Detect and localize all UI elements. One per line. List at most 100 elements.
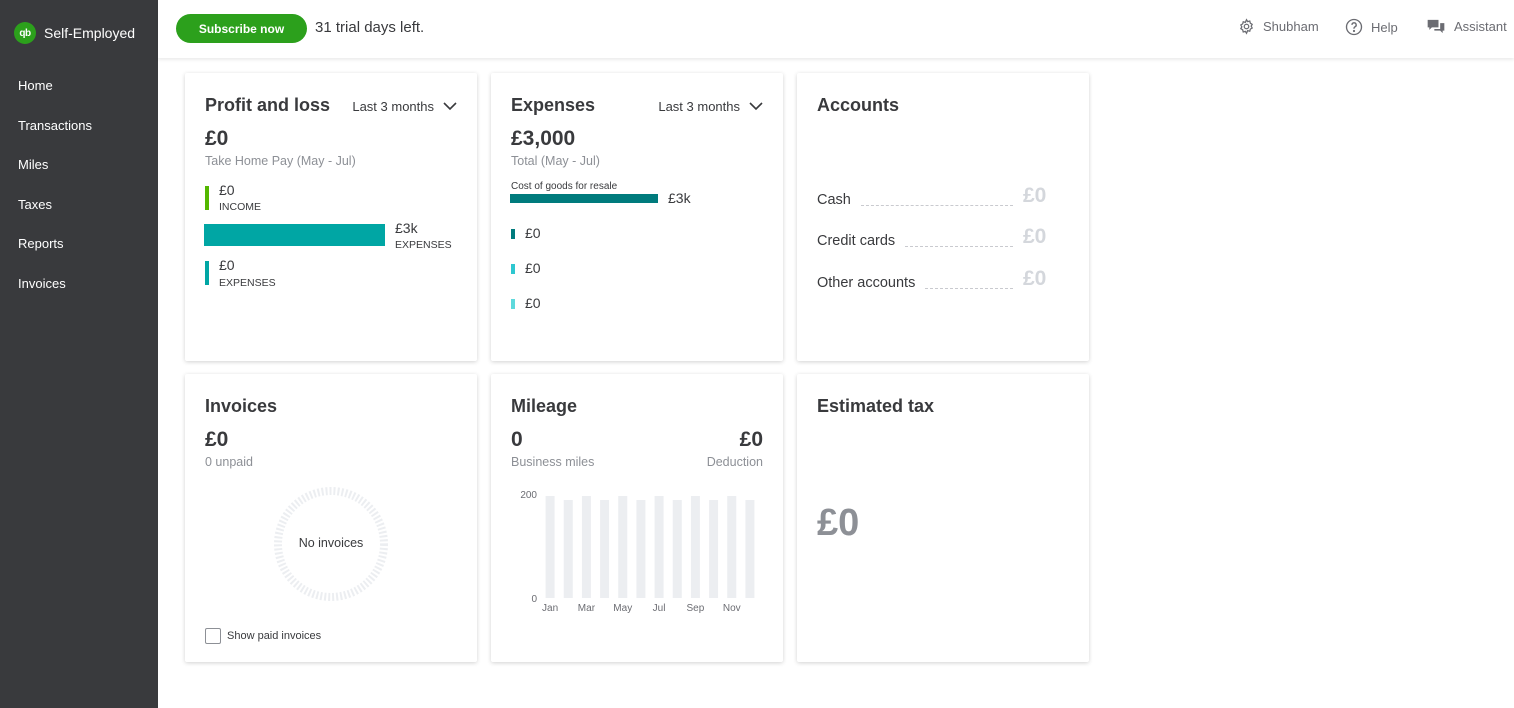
category-value: £3k <box>668 190 691 206</box>
expense-item-value: £0 <box>525 225 541 241</box>
card-title: Expenses <box>511 95 596 115</box>
help-label: Help <box>1371 19 1398 35</box>
deduction-label: Deduction <box>706 455 763 469</box>
y-tick-label: 200 <box>520 490 537 501</box>
user-name: Shubham <box>1263 19 1319 34</box>
dotted-leader <box>905 246 1013 247</box>
card-title: Invoices <box>205 396 278 416</box>
chevron-down-icon <box>749 102 763 111</box>
mileage-card[interactable]: Mileage 0 Business miles £0 Deduction 20… <box>491 374 783 662</box>
placeholder-bar <box>709 500 719 598</box>
estimated-tax-card[interactable]: Estimated tax £0 <box>797 374 1089 662</box>
card-title: Estimated tax <box>817 396 935 416</box>
placeholder-bar <box>581 496 591 598</box>
accounts-card[interactable]: Accounts Cash £0 Credit cards £0 Other a… <box>797 73 1089 361</box>
expense-item-indicator <box>511 299 515 309</box>
income-label: INCOME <box>219 201 261 213</box>
period-label: Last 3 months <box>352 99 434 114</box>
mileage-bar-chart: 200 0 Jan Mar May Jul Sep Nov <box>520 490 755 614</box>
account-value: £0 <box>1023 225 1047 248</box>
no-invoices-text: No invoices <box>298 536 364 550</box>
sidebar-item-miles[interactable]: Miles <box>0 153 158 193</box>
business-miles-label: Business miles <box>511 455 595 469</box>
account-name: Cash <box>817 192 851 208</box>
income-value: £0 <box>219 182 235 198</box>
x-tick-label: Jul <box>653 603 666 614</box>
y-tick-label: 0 <box>531 594 537 605</box>
assistant-label: Assistant <box>1454 19 1507 34</box>
placeholder-bar <box>545 496 555 598</box>
gear-icon <box>1239 18 1254 35</box>
account-value: £0 <box>1023 184 1047 207</box>
dotted-leader <box>925 288 1013 289</box>
placeholder-bar <box>672 500 682 598</box>
category-label: Cost of goods for resale <box>511 181 618 192</box>
placeholder-bar <box>636 500 646 598</box>
income-indicator <box>205 186 209 210</box>
sidebar-item-transactions[interactable]: Transactions <box>0 114 158 154</box>
sidebar-item-reports[interactable]: Reports <box>0 232 158 272</box>
account-row-other-accounts[interactable]: Other accounts £0 <box>817 267 1069 291</box>
brand-name: Self-Employed <box>44 25 136 41</box>
card-title: Profit and loss <box>205 95 331 115</box>
account-name: Credit cards <box>817 233 896 249</box>
card-title: Mileage <box>511 396 578 416</box>
deduction-value: £0 <box>739 428 763 451</box>
expense-item-value: £0 <box>525 295 541 311</box>
x-tick-label: May <box>613 603 632 614</box>
expenses-indicator <box>205 261 209 285</box>
period-label: Last 3 months <box>658 99 740 114</box>
account-row-cash[interactable]: Cash £0 <box>817 184 1069 208</box>
quickbooks-logo-icon: qb <box>14 22 36 44</box>
category-bar[interactable] <box>510 194 658 203</box>
account-value: £0 <box>1023 267 1047 290</box>
chevron-down-icon <box>443 102 457 111</box>
account-name: Other accounts <box>817 275 916 291</box>
expenses-bar[interactable] <box>204 224 385 246</box>
brand[interactable]: qb Self-Employed <box>14 22 135 44</box>
sidebar-item-home[interactable]: Home <box>0 74 158 114</box>
x-tick-label: Mar <box>578 603 596 614</box>
business-miles-value: 0 <box>511 428 523 451</box>
expenses-total-label: Total (May - Jul) <box>511 154 600 168</box>
expense-item-value: £0 <box>525 260 541 276</box>
user-menu[interactable]: Shubham <box>1238 18 1319 35</box>
invoices-card[interactable]: Invoices £0 0 unpaid No invoices Show pa… <box>185 374 477 662</box>
trial-days-text: 31 trial days left. <box>315 19 425 36</box>
placeholder-bar <box>745 500 755 598</box>
placeholder-bar <box>654 496 664 598</box>
expense-item-indicator <box>511 264 515 274</box>
expenses-card[interactable]: Expenses Last 3 months £3,000 Total (May… <box>491 73 783 361</box>
help-icon <box>1345 18 1363 36</box>
assistant-link[interactable]: Assistant <box>1426 18 1507 35</box>
dotted-leader <box>860 205 1013 206</box>
take-home-pay-amount: £0 <box>205 127 229 150</box>
profit-loss-card[interactable]: Profit and loss Last 3 months £0 Take Ho… <box>185 73 477 361</box>
card-title: Accounts <box>817 95 900 115</box>
placeholder-bar <box>727 496 737 598</box>
expense-item-indicator <box>511 229 515 239</box>
placeholder-bar <box>690 496 700 598</box>
expenses-total-amount: £3,000 <box>511 127 576 150</box>
account-row-credit-cards[interactable]: Credit cards £0 <box>817 225 1069 249</box>
placeholder-bar <box>600 500 610 598</box>
show-paid-checkbox[interactable] <box>205 628 221 644</box>
x-tick-label: Jan <box>542 603 558 614</box>
placeholder-bar <box>563 500 573 598</box>
chat-bubbles-icon <box>1427 19 1445 34</box>
period-dropdown[interactable]: Last 3 months <box>658 99 763 114</box>
sidebar-nav: Home Transactions Miles Taxes Reports In… <box>0 74 158 312</box>
expenses-value: £0 <box>219 257 235 273</box>
show-paid-label[interactable]: Show paid invoices <box>227 630 321 642</box>
sidebar-item-invoices[interactable]: Invoices <box>0 272 158 312</box>
help-link[interactable]: Help <box>1345 18 1398 36</box>
expenses-bar-label: EXPENSES <box>395 239 452 251</box>
expenses-label: EXPENSES <box>219 277 276 289</box>
subscribe-button[interactable]: Subscribe now <box>176 14 307 43</box>
invoices-unpaid-label: 0 unpaid <box>205 455 253 469</box>
sidebar-item-taxes[interactable]: Taxes <box>0 193 158 233</box>
x-tick-label: Nov <box>723 603 741 614</box>
period-dropdown[interactable]: Last 3 months <box>352 99 457 114</box>
x-tick-label: Sep <box>687 603 705 614</box>
sidebar: qb Self-Employed Home Transactions Miles… <box>0 0 158 708</box>
